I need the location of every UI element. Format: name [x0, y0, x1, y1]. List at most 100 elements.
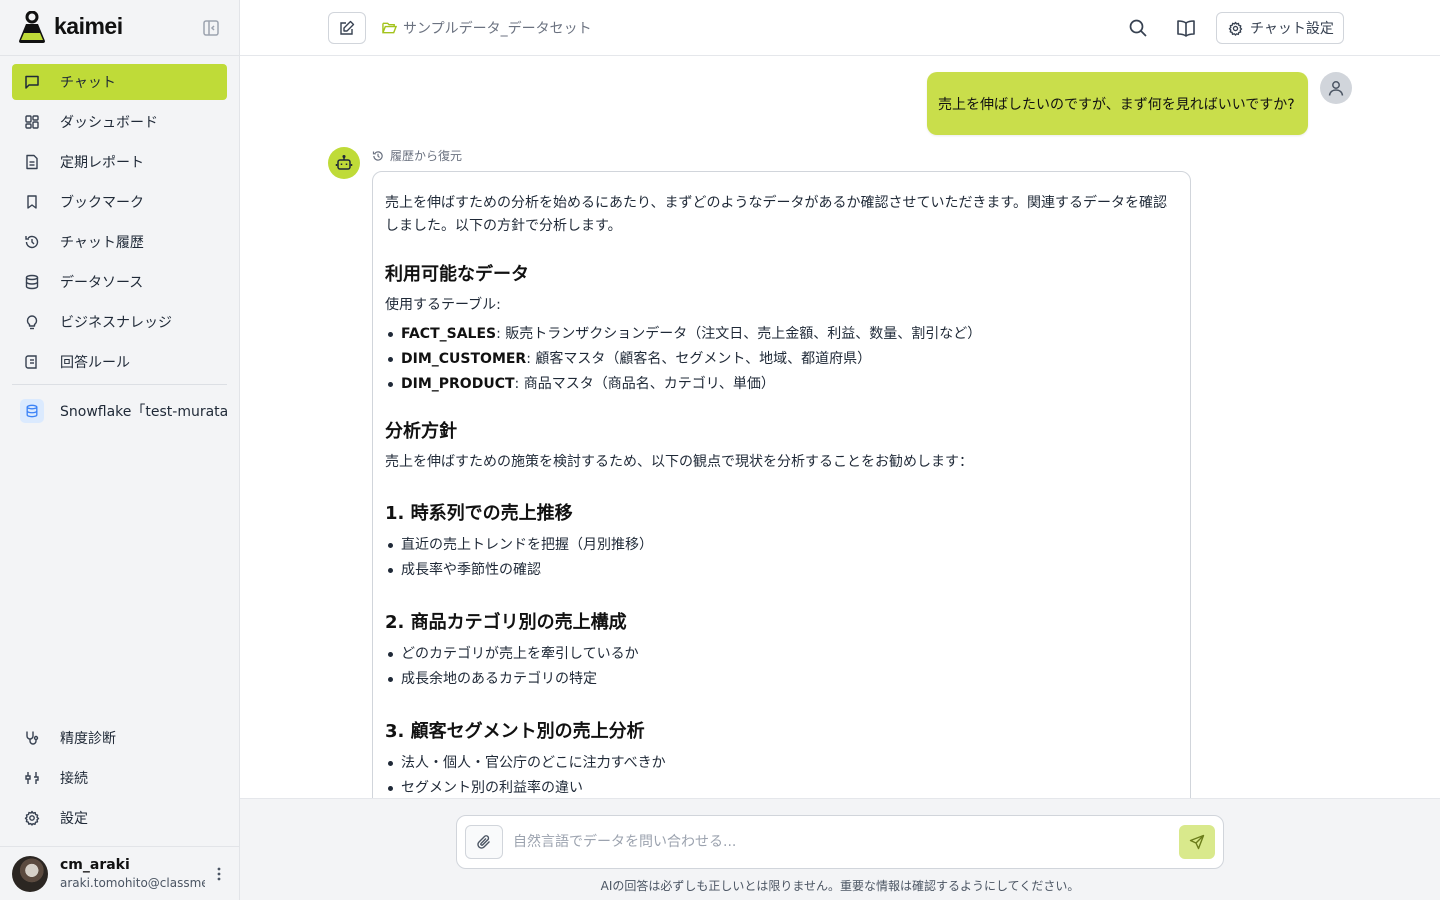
sidebar-item-chat[interactable]: チャット [12, 64, 227, 100]
sidebar-collapse-icon[interactable] [202, 19, 220, 37]
list-item: セグメント別の利益率の違い [385, 776, 1178, 798]
table-desc: : 商品マスタ（商品名、カテゴリ、単価） [514, 376, 775, 392]
attach-button[interactable] [465, 825, 503, 859]
list-item: 直近の売上トレンドを把握（月別推移） [385, 533, 1178, 558]
kaimei-logo-icon [19, 11, 45, 43]
sidebar-item-knowledge[interactable]: ビジネスナレッジ [12, 304, 227, 340]
sidebar-item-label: チャット履歴 [60, 235, 144, 251]
sidebar-divider [12, 384, 227, 385]
sidebar-item-bookmarks[interactable]: ブックマーク [12, 184, 227, 220]
dataset-name: サンプルデータ_データセット [403, 21, 592, 37]
sidebar-item-label: ブックマーク [60, 195, 144, 211]
send-button[interactable] [1179, 825, 1215, 859]
bookmark-icon [24, 194, 40, 210]
search-icon [1129, 19, 1147, 37]
sidebar-item-rules[interactable]: 回答ルール [12, 344, 227, 380]
composer [456, 815, 1224, 869]
answer-intro: 売上を伸ばすための分析を始めるにあたり、まずどのようなデータがあるか確認させてい… [385, 195, 1168, 234]
sidebar-item-accuracy[interactable]: 精度診断 [12, 720, 227, 756]
sidebar-item-label: 精度診断 [60, 731, 116, 747]
table-desc: : 販売トランザクションデータ（注文日、売上金額、利益、数量、割引など） [496, 326, 982, 342]
database-icon [20, 399, 44, 423]
chat-icon [24, 74, 40, 90]
assistant-message: 売上を伸ばすための分析を始めるにあたり、まずどのようなデータがあるか確認させてい… [372, 171, 1191, 798]
guide-button[interactable] [1175, 17, 1197, 39]
sidebar-item-settings[interactable]: 設定 [12, 800, 227, 836]
bot-icon [335, 154, 353, 170]
sidebar-item-label: チャット [60, 75, 116, 91]
sidebar-item-datasources[interactable]: データソース [12, 264, 227, 300]
app-name: kaimei [54, 13, 123, 39]
gear-icon [24, 810, 40, 826]
history-icon [372, 150, 383, 161]
assistant-avatar [328, 147, 360, 179]
top-header: サンプルデータ_データセット チャット設定 [240, 0, 1440, 56]
paperclip-icon [477, 835, 490, 849]
sidebar-bottom-nav: 精度診断 接続 設定 [12, 720, 227, 840]
avatar [12, 856, 48, 892]
lightbulb-icon [24, 314, 40, 330]
breadcrumb[interactable]: サンプルデータ_データセット [382, 18, 592, 38]
chat-input[interactable] [513, 828, 1163, 856]
sidebar-item-label: ビジネスナレッジ [60, 315, 172, 331]
more-vertical-icon[interactable] [212, 865, 226, 883]
policy-text: 売上を伸ばすための施策を検討するため、以下の観点で現状を分析することをお勧めしま… [385, 454, 973, 470]
table-desc: : 顧客マスタ（顧客名、セグメント、地域、都道府県） [526, 351, 872, 367]
table-name: DIM_CUSTOMER [401, 351, 527, 367]
folder-open-icon [382, 22, 397, 34]
sidebar-item-label: データソース [60, 275, 144, 291]
tables-label: 使用するテーブル: [385, 297, 501, 313]
book-open-icon [1177, 20, 1195, 37]
logo-row: kaimei [0, 0, 239, 56]
dashboard-icon [24, 114, 40, 130]
search-button[interactable] [1127, 17, 1149, 39]
chat-settings-label: チャット設定 [1250, 21, 1334, 37]
restore-label: 履歴から復元 [390, 149, 463, 163]
report-icon [24, 154, 40, 170]
table-name: FACT_SALES [401, 326, 497, 342]
list-item: どのカテゴリが売上を牽引しているか [385, 642, 1178, 667]
list-item: 成長率や季節性の確認 [385, 558, 1178, 583]
datasource-label: Snowflake「test-murata」 [60, 404, 227, 420]
list-item: DIM_CUSTOMER: 顧客マスタ（顧客名、セグメント、地域、都道府県） [385, 347, 1178, 372]
section-heading: 分析方針 [385, 421, 457, 442]
restored-from-history: 履歴から復元 [372, 147, 462, 164]
subsection-heading: 2. 商品カテゴリ別の売上構成 [385, 612, 627, 633]
ai-disclaimer: AIの回答は必ずしも正しいとは限りません。重要な情報は確認するようにしてください… [600, 879, 1080, 893]
list-item: 法人・個人・官公庁のどこに注力すべきか [385, 751, 1178, 776]
sidebar-item-reports[interactable]: 定期レポート [12, 144, 227, 180]
user-icon [1328, 81, 1344, 96]
sidebar-nav: チャット ダッシュボード 定期レポート ブックマーク チャット履歴 データソース… [12, 64, 227, 429]
table-name: DIM_PRODUCT [401, 376, 515, 392]
bullet-list: 法人・個人・官公庁のどこに注力すべきか セグメント別の利益率の違い [385, 751, 1178, 798]
subsection-heading: 1. 時系列での売上推移 [385, 503, 573, 524]
list-item: FACT_SALES: 販売トランザクションデータ（注文日、売上金額、利益、数量… [385, 322, 1178, 347]
sidebar-datasource-snowflake[interactable]: Snowflake「test-murata」 [12, 393, 227, 429]
user-email: araki.tomohito@classmethod.jp [60, 876, 205, 890]
subsection-heading: 3. 顧客セグメント別の売上分析 [385, 721, 645, 742]
sidebar-item-label: ダッシュボード [60, 115, 158, 131]
history-icon [24, 234, 40, 250]
bullet-list: どのカテゴリが売上を牽引しているか 成長余地のあるカテゴリの特定 [385, 642, 1178, 692]
user-profile[interactable]: cm_araki araki.tomohito@classmethod.jp [0, 846, 239, 900]
user-avatar [1320, 72, 1352, 104]
send-icon [1189, 834, 1205, 850]
list-item: DIM_PRODUCT: 商品マスタ（商品名、カテゴリ、単価） [385, 372, 1178, 397]
edit-icon [340, 20, 355, 35]
stethoscope-icon [24, 730, 40, 746]
rules-icon [24, 354, 40, 370]
bullet-list: 直近の売上トレンドを把握（月別推移） 成長率や季節性の確認 [385, 533, 1178, 583]
sidebar-item-label: 定期レポート [60, 155, 144, 171]
connection-icon [24, 770, 40, 786]
user-message: 売上を伸ばしたいのですが、まず何を見ればいいですか? [927, 72, 1308, 135]
composer-area: AIの回答は必ずしも正しいとは限りません。重要な情報は確認するようにしてください… [240, 798, 1440, 900]
chat-thread[interactable]: 売上を伸ばしたいのですが、まず何を見ればいいですか? 履歴から復元 売上を伸ばす… [240, 56, 1440, 798]
new-chat-button[interactable] [328, 12, 366, 44]
sidebar-item-history[interactable]: チャット履歴 [12, 224, 227, 260]
sidebar-item-dashboard[interactable]: ダッシュボード [12, 104, 227, 140]
sidebar-item-label: 接続 [60, 771, 88, 787]
user-name: cm_araki [60, 857, 130, 873]
chat-settings-button[interactable]: チャット設定 [1216, 12, 1344, 44]
gear-icon [1228, 21, 1243, 36]
sidebar-item-connection[interactable]: 接続 [12, 760, 227, 796]
